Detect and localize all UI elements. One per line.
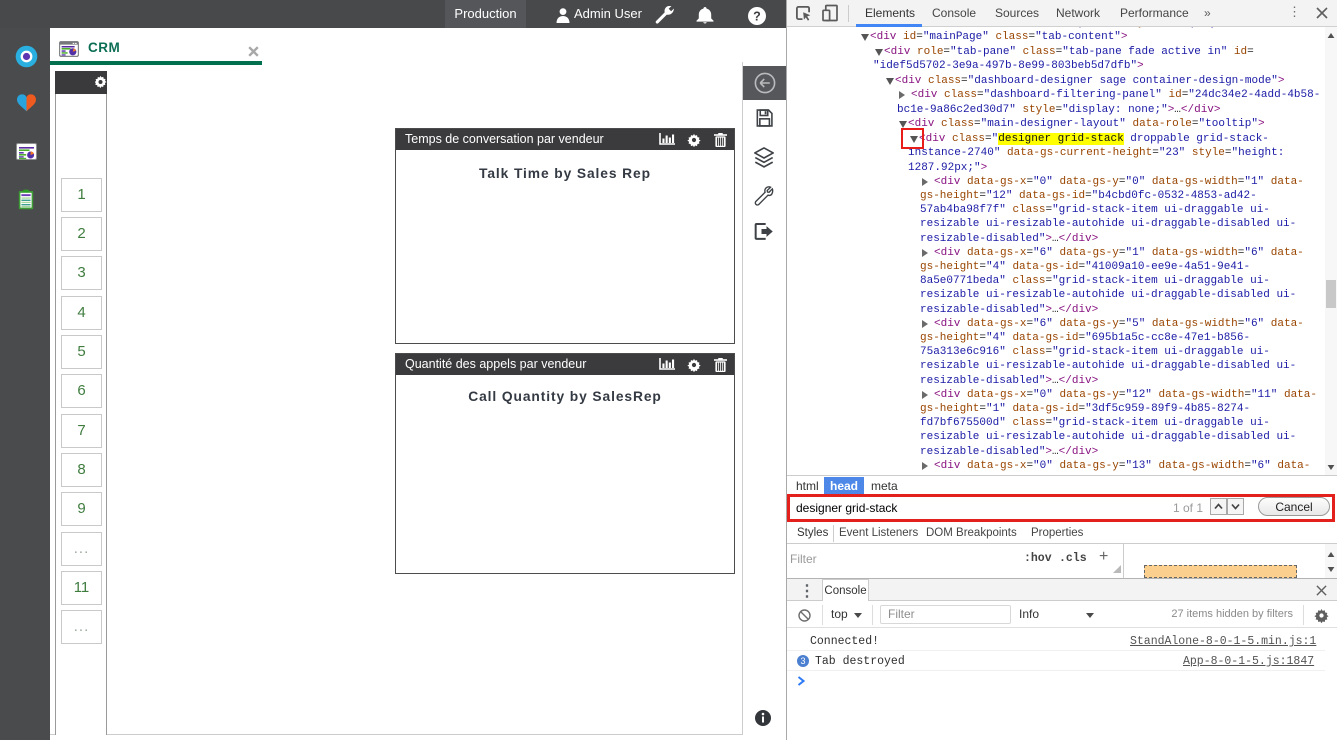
svg-text:?: ?: [753, 9, 761, 23]
